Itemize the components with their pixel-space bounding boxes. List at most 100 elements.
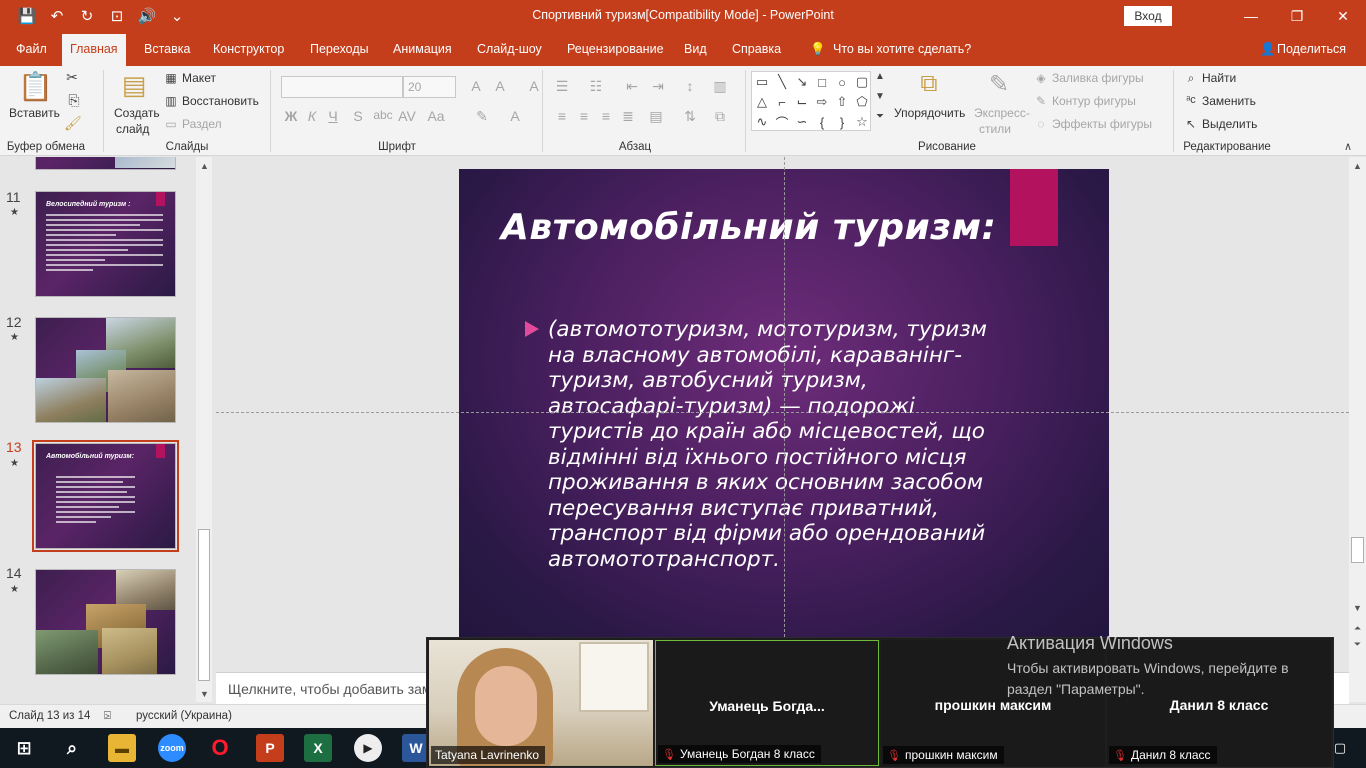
elbow-shape-icon[interactable]: ⌙ bbox=[797, 94, 808, 110]
tab-design[interactable]: Конструктор bbox=[205, 32, 292, 66]
arc-shape-icon[interactable]: ⌒ bbox=[775, 113, 788, 132]
opera-icon[interactable]: O bbox=[206, 734, 234, 762]
tab-transitions[interactable]: Переходы bbox=[302, 32, 377, 66]
language-indicator[interactable]: русский (Украина) bbox=[136, 710, 232, 722]
slide-body-text[interactable]: (автомототуризм, мототуризм, туризм на в… bbox=[548, 317, 988, 572]
excel-icon[interactable]: X bbox=[304, 734, 332, 762]
char-spacing-icon[interactable]: abc bbox=[373, 108, 393, 122]
horizontal-guide[interactable] bbox=[216, 412, 1349, 413]
minimize-button[interactable]: — bbox=[1228, 0, 1274, 32]
bullets-icon[interactable]: ☰ bbox=[552, 78, 572, 95]
smartart-icon[interactable]: ⧉ bbox=[710, 108, 730, 125]
self-video[interactable]: Tatyana Lavrinenko bbox=[429, 640, 653, 766]
redo-icon[interactable]: ↻ bbox=[72, 0, 102, 32]
slide-thumbnail-13[interactable]: Автомобільний туризм: bbox=[35, 443, 176, 549]
tab-help[interactable]: Справка bbox=[724, 32, 789, 66]
file-explorer-icon[interactable]: ▬ bbox=[108, 734, 136, 762]
slide-scrollbar[interactable]: ▲ ▼ ⏶ ⏷ bbox=[1349, 157, 1366, 702]
textbox-shape-icon[interactable]: ▭ bbox=[756, 74, 768, 90]
decrease-indent-icon[interactable]: ⇤ bbox=[622, 78, 642, 95]
brace-left-shape-icon[interactable]: { bbox=[820, 115, 824, 130]
oval-shape-icon[interactable]: ○ bbox=[838, 75, 846, 90]
scroll-down-icon[interactable]: ▼ bbox=[197, 687, 212, 701]
right-arrow-shape-icon[interactable]: ⇨ bbox=[817, 94, 828, 110]
connector-shape-icon[interactable]: ⌐ bbox=[778, 95, 786, 110]
text-direction-icon[interactable]: ⇅ bbox=[680, 108, 700, 125]
scroll-thumb[interactable] bbox=[198, 529, 210, 681]
powerpoint-icon[interactable]: P bbox=[256, 734, 284, 762]
strikethrough-button[interactable]: S bbox=[350, 108, 366, 124]
arrow-shape-icon[interactable]: ↘ bbox=[797, 74, 808, 90]
restore-button[interactable]: ❐ bbox=[1274, 0, 1320, 32]
gallery-more-icon[interactable]: ⏷ bbox=[872, 111, 888, 122]
replace-button[interactable]: Заменить bbox=[1202, 94, 1256, 108]
paste-button[interactable]: Вставить bbox=[9, 106, 60, 120]
cut-icon[interactable]: ✂ bbox=[64, 69, 80, 86]
slide-thumbnail-12[interactable] bbox=[35, 317, 176, 423]
shape-effects-button[interactable]: Эффекты фигуры bbox=[1052, 117, 1152, 131]
freeform-shape-icon[interactable]: ∽ bbox=[797, 114, 808, 130]
align-center-icon[interactable]: ≡ bbox=[574, 108, 594, 124]
highlight-icon[interactable]: ✎ bbox=[472, 108, 492, 125]
shapes-gallery[interactable]: ▭ ╲ ↘ □ ○ ▢ △ ⌐ ⌙ ⇨ ⇧ ⬠ ∿ ⌒ ∽ {} ☆ bbox=[751, 71, 871, 131]
search-icon[interactable]: ⌕ bbox=[58, 734, 86, 762]
undo-icon[interactable]: ↶ bbox=[42, 0, 72, 32]
slide-thumbnail-14[interactable] bbox=[35, 569, 176, 675]
align-left-icon[interactable]: ≡ bbox=[552, 108, 572, 124]
arrange-button[interactable]: Упорядочить bbox=[894, 106, 965, 120]
tab-review[interactable]: Рецензирование bbox=[559, 32, 672, 66]
shape-fill-button[interactable]: Заливка фигуры bbox=[1052, 71, 1144, 85]
align-columns-icon[interactable]: ▤ bbox=[646, 108, 666, 125]
numbering-icon[interactable]: ☷ bbox=[586, 78, 606, 95]
select-button[interactable]: Выделить bbox=[1202, 117, 1257, 131]
find-button[interactable]: Найти bbox=[1202, 71, 1236, 85]
quick-styles-icon[interactable]: ✎ bbox=[984, 70, 1014, 99]
vertical-guide[interactable] bbox=[784, 157, 785, 647]
slide-title[interactable]: Автомобільний туризм: bbox=[501, 207, 996, 248]
start-icon[interactable]: ⊞ bbox=[10, 734, 38, 762]
rectangle-shape-icon[interactable]: □ bbox=[818, 75, 826, 90]
curve-shape-icon[interactable]: ∿ bbox=[757, 114, 768, 130]
tab-insert[interactable]: Вставка bbox=[136, 32, 198, 66]
bold-button[interactable]: Ж bbox=[283, 108, 299, 124]
media-player-icon[interactable]: ▶ bbox=[354, 734, 382, 762]
scroll-thumb[interactable] bbox=[1351, 537, 1364, 563]
pentagon-shape-icon[interactable]: ⬠ bbox=[856, 94, 867, 110]
scroll-up-icon[interactable]: ▲ bbox=[1350, 159, 1365, 173]
scroll-down-icon[interactable]: ▼ bbox=[1350, 601, 1365, 615]
triangle-shape-icon[interactable]: △ bbox=[757, 94, 767, 110]
quick-styles-label-2[interactable]: стили bbox=[979, 122, 1011, 136]
gallery-up-icon[interactable]: ▲ bbox=[872, 71, 888, 82]
font-color-icon[interactable]: A bbox=[505, 108, 525, 124]
paste-icon[interactable]: 📋 bbox=[18, 70, 53, 103]
shrink-font-icon[interactable]: A bbox=[490, 78, 510, 94]
collapse-ribbon-icon[interactable]: ∧ bbox=[1340, 140, 1356, 153]
next-slide-icon[interactable]: ⏷ bbox=[1350, 637, 1365, 651]
layout-button[interactable]: Макет bbox=[182, 71, 216, 85]
tell-me-search[interactable]: Что вы хотите сделать? bbox=[825, 32, 979, 66]
arrange-icon[interactable]: ⧉ bbox=[914, 70, 944, 98]
justify-icon[interactable]: ≣ bbox=[618, 108, 638, 125]
quick-styles-label-1[interactable]: Экспресс- bbox=[974, 106, 1030, 120]
clear-format-icon[interactable]: A bbox=[524, 78, 544, 94]
audio-icon[interactable]: 🔊 bbox=[132, 0, 162, 32]
star-shape-icon[interactable]: ☆ bbox=[856, 114, 868, 130]
scroll-up-icon[interactable]: ▲ bbox=[197, 159, 212, 173]
font-name-combo[interactable] bbox=[281, 76, 403, 98]
italic-button[interactable]: К bbox=[304, 108, 320, 124]
tab-slideshow[interactable]: Слайд-шоу bbox=[469, 32, 550, 66]
increase-indent-icon[interactable]: ⇥ bbox=[648, 78, 668, 95]
customize-qat-icon[interactable]: ⌄ bbox=[162, 0, 192, 32]
present-icon[interactable]: ⊡ bbox=[102, 0, 132, 32]
tab-home[interactable]: Главная bbox=[62, 34, 126, 66]
section-button[interactable]: Раздел bbox=[182, 117, 222, 131]
align-right-icon[interactable]: ≡ bbox=[596, 108, 616, 124]
new-slide-icon[interactable]: ▤ bbox=[116, 70, 152, 101]
save-icon[interactable]: 💾 bbox=[12, 0, 42, 32]
previous-slide-icon[interactable]: ⏶ bbox=[1350, 621, 1365, 635]
new-slide-label-2[interactable]: слайд bbox=[116, 122, 149, 136]
columns-icon[interactable]: ▥ bbox=[710, 78, 730, 95]
participant-tile[interactable]: Уманець Богда... 🎙 Уманець Богдан 8 класс bbox=[655, 640, 879, 766]
zoom-icon[interactable]: zoom bbox=[158, 734, 186, 762]
underline-button[interactable]: Ч bbox=[325, 108, 341, 124]
